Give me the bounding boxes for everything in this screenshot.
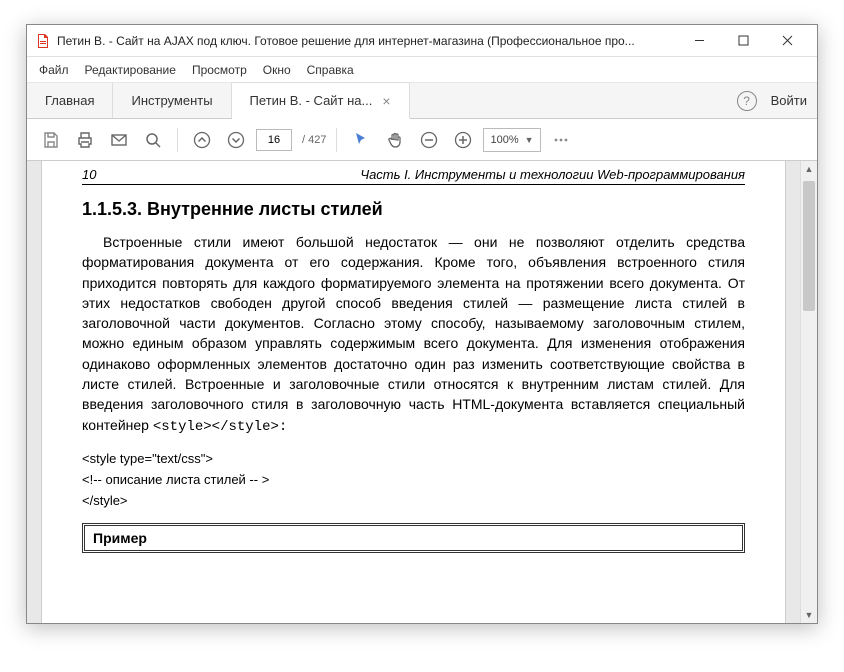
page-viewer[interactable]: 10 Часть I. Инструменты и технологии Web… [27,161,800,623]
email-icon[interactable] [105,126,133,154]
tabbar: Главная Инструменты Петин В. - Сайт на..… [27,83,817,119]
menu-help[interactable]: Справка [299,59,362,81]
scroll-down-icon[interactable]: ▼ [801,607,817,623]
scrollbar-track[interactable] [801,177,817,607]
tab-document[interactable]: Петин В. - Сайт на... × [232,82,410,119]
scrollbar-thumb[interactable] [803,181,815,311]
page-number: 10 [82,167,96,182]
menubar: Файл Редактирование Просмотр Окно Справк… [27,57,817,83]
help-icon[interactable]: ? [737,91,757,111]
part-title: Часть I. Инструменты и технологии Web-пр… [360,167,745,182]
code-block: <style type="text/css"> <!-- описание ли… [82,449,745,511]
tab-home-label: Главная [45,93,94,108]
separator [177,128,178,152]
menu-file[interactable]: Файл [31,59,77,81]
menu-window[interactable]: Окно [255,59,299,81]
save-icon[interactable] [37,126,65,154]
menu-view[interactable]: Просмотр [184,59,255,81]
selection-tool-icon[interactable] [347,126,375,154]
tab-document-label: Петин В. - Сайт на... [250,93,373,108]
app-window: Петин В. - Сайт на AJAX под ключ. Готово… [26,24,818,624]
close-icon[interactable]: × [382,94,390,108]
menu-edit[interactable]: Редактирование [77,59,184,81]
zoom-value: 100% [490,134,518,146]
pdf-app-icon [35,33,51,49]
page-up-icon[interactable] [188,126,216,154]
section-heading: 1.1.5.3. Внутренние листы стилей [82,199,745,220]
maximize-button[interactable] [721,26,765,56]
hand-tool-icon[interactable] [381,126,409,154]
page-total: / 427 [302,134,326,146]
toolbar: / 427 100% ▼ [27,119,817,161]
minimize-button[interactable] [677,26,721,56]
window-title: Петин В. - Сайт на AJAX под ключ. Готово… [57,34,677,48]
tab-home[interactable]: Главная [27,83,113,118]
page-number-input[interactable] [256,129,292,151]
pdf-page: 10 Часть I. Инструменты и технологии Web… [41,161,786,623]
titlebar: Петин В. - Сайт на AJAX под ключ. Готово… [27,25,817,57]
example-box: Пример [82,523,745,553]
window-controls [677,26,809,56]
chevron-down-icon: ▼ [525,135,534,145]
search-icon[interactable] [139,126,167,154]
zoom-out-icon[interactable] [415,126,443,154]
body-text: Встроенные стили имеют большой недостато… [82,232,745,437]
close-button[interactable] [765,26,809,56]
page-down-icon[interactable] [222,126,250,154]
more-icon[interactable] [547,126,575,154]
separator [336,128,337,152]
scroll-up-icon[interactable]: ▲ [801,161,817,177]
vertical-scrollbar[interactable]: ▲ ▼ [800,161,817,623]
zoom-select[interactable]: 100% ▼ [483,128,540,152]
signin-button[interactable]: Войти [771,93,807,108]
content-area: 10 Часть I. Инструменты и технологии Web… [27,161,817,623]
zoom-in-icon[interactable] [449,126,477,154]
tab-tools[interactable]: Инструменты [113,83,231,118]
tab-tools-label: Инструменты [131,93,212,108]
print-icon[interactable] [71,126,99,154]
